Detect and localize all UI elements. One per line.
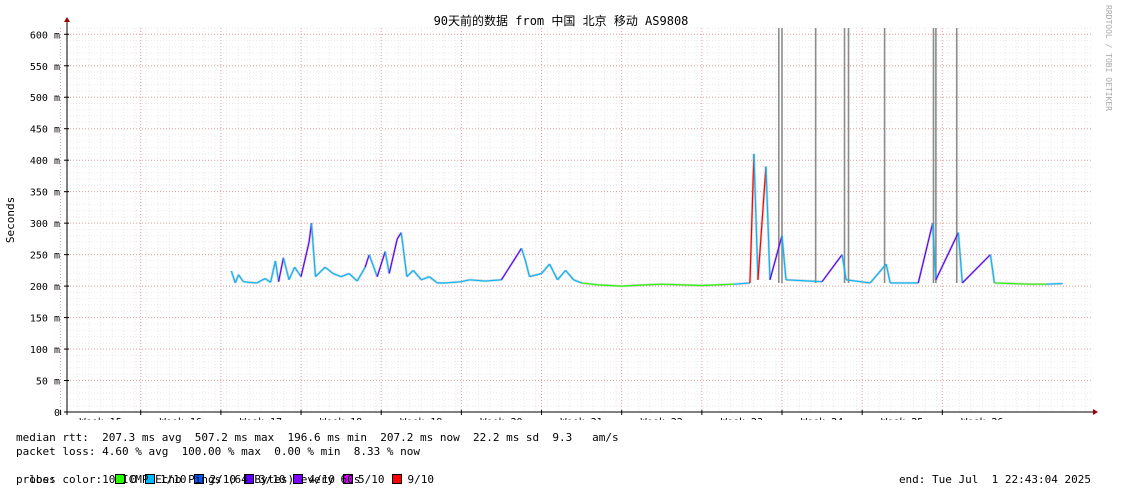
y-axis-arrow	[64, 17, 70, 22]
rtt-segment	[248, 281, 258, 284]
y-tick-label: 200 m	[30, 282, 60, 293]
rtt-segment	[541, 263, 550, 274]
loss-color-swatch	[392, 473, 403, 484]
median-rtt-series	[230, 153, 1063, 288]
rtt-segment	[524, 260, 531, 277]
x-tick-label: Week 18	[320, 417, 362, 420]
rtt-segment	[256, 278, 266, 284]
y-tick-label: 100 m	[30, 345, 60, 356]
rtt-segment	[300, 241, 310, 277]
rtt-segment	[961, 254, 991, 284]
rtt-segment	[957, 232, 963, 283]
rtt-segment	[645, 283, 662, 286]
x-tick-label: Week 17	[240, 417, 282, 420]
loss-color-label: 5/10	[357, 472, 385, 486]
rtt-segment	[324, 266, 334, 274]
chart-title: 90天前的数据 from 中国 北京 移动 AS9808	[434, 13, 689, 28]
x-tick-label: Week 24	[801, 417, 843, 420]
y-tick-label: 450 m	[30, 125, 60, 136]
rtt-segment	[348, 273, 358, 282]
rtt-segment	[935, 232, 959, 281]
rtt-segment	[565, 269, 575, 281]
x-tick-label: Week 16	[160, 417, 202, 420]
y-tick-label: 350 m	[30, 188, 60, 199]
rtt-segment	[376, 251, 386, 277]
y-tick-label: 250 m	[30, 251, 60, 262]
y-tick-label: 300 m	[30, 219, 60, 230]
x-tick-label: Week 22	[641, 417, 683, 420]
x-tick-label: Week 21	[561, 417, 603, 420]
rtt-segment	[549, 263, 559, 281]
y-tick-label: 150 m	[30, 314, 60, 325]
rtt-segment	[388, 238, 398, 274]
x-axis-arrow	[1093, 409, 1098, 415]
rtt-segment	[500, 248, 522, 281]
rtt-segment	[243, 281, 250, 283]
smokeping-chart: 90天前的数据 from 中国 北京 移动 AS9808 Seconds RRD…	[4, 5, 1113, 420]
rrdtool-watermark: RRDTOOL / TOBI OETIKER	[1104, 5, 1113, 111]
loss-color-label: 9/10	[407, 472, 434, 486]
y-tick-label: 400 m	[30, 156, 60, 167]
packet-loss-stats: packet loss: 4.60 % avg 100.00 % max 0.0…	[16, 445, 420, 458]
probe-info: probe: 10 ICMP Echo Pings (64 Bytes) eve…	[16, 473, 361, 486]
y-tick-label: 550 m	[30, 62, 60, 73]
x-tick-label: Week 15	[80, 417, 122, 420]
rtt-segment	[310, 223, 317, 277]
x-tick-label: Week 26	[961, 417, 1003, 420]
chart-grid	[60, 27, 1093, 412]
x-tick-labels: Week 15 Week 16 Week 17 Week 18 Week 19 Week …	[80, 417, 1004, 420]
median-rtt-stats: median rtt: 207.3 ms avg 507.2 ms max 19…	[16, 431, 619, 444]
rtt-segment	[821, 254, 843, 283]
rtt-segment	[412, 269, 422, 281]
rtt-segment	[315, 266, 326, 278]
rtt-segment	[1046, 282, 1063, 285]
x-tick-label: Week 23	[721, 417, 763, 420]
x-tick-label: Week 19	[400, 417, 442, 420]
y-tick-label: 0	[54, 408, 60, 419]
rtt-segment	[278, 257, 285, 282]
rtt-segment	[520, 248, 527, 262]
y-axis-label: Seconds	[4, 197, 17, 243]
y-tick-label: 50 m	[36, 377, 60, 388]
rtt-segment	[238, 274, 244, 283]
x-tick-label: Week 25	[881, 417, 923, 420]
y-tick-labels: 0 50 m 100 m 150 m 200 m 250 m 300 m 350 m 400 m…	[30, 30, 60, 419]
loss-color-item: 9/10	[392, 473, 434, 486]
y-tick-label: 600 m	[30, 30, 60, 41]
y-tick-label: 500 m	[30, 93, 60, 104]
end-time: end: Tue Jul 1 22:43:04 2025	[898, 473, 1091, 486]
x-tick-label: Week 20	[480, 417, 522, 420]
